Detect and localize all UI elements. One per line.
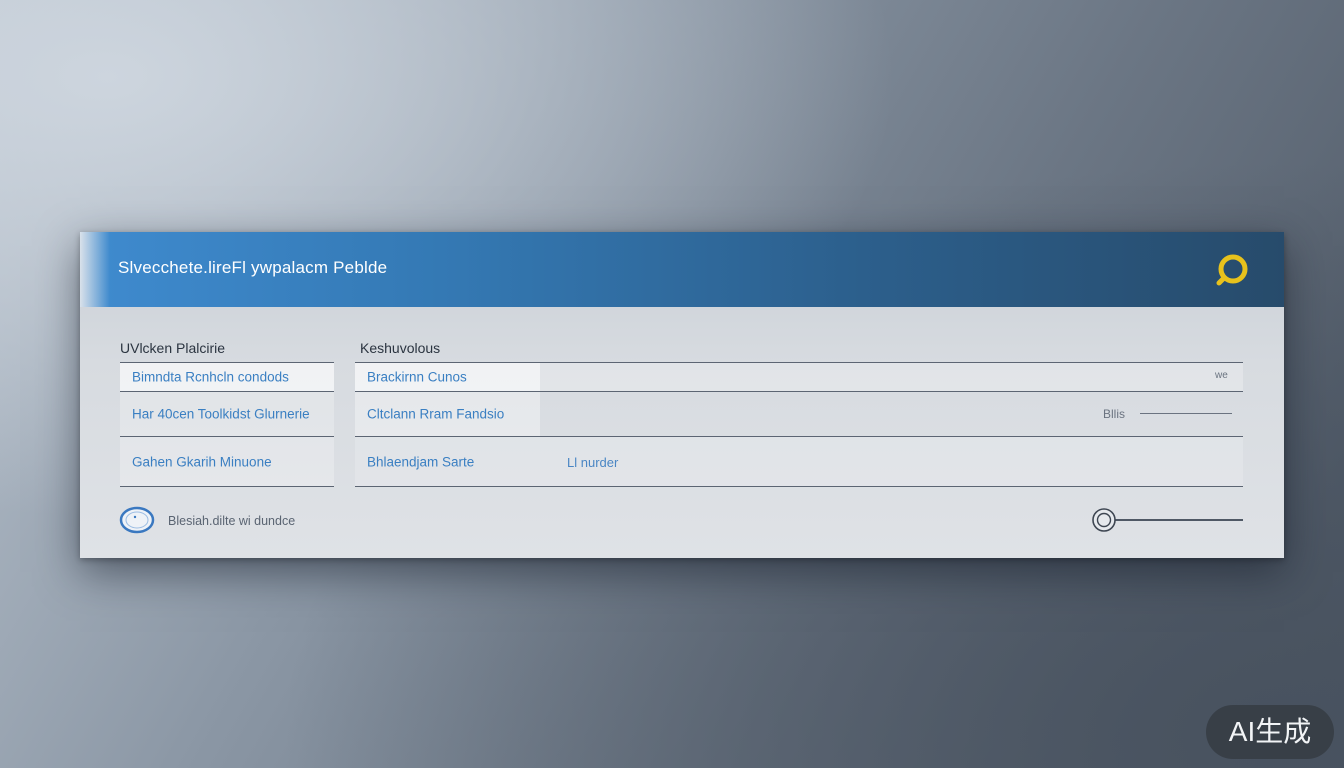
table-row-meta: Ll nurder (567, 455, 619, 470)
list-item-left-1[interactable]: Bimndta Rcnhcln condods (120, 362, 334, 392)
search-icon[interactable] (1212, 250, 1252, 290)
table-row-3[interactable]: Bhlaendjam Sarte Ll nurder (355, 437, 1243, 487)
row-background (355, 437, 1243, 486)
table-row-meta: Bllis (1103, 407, 1126, 421)
slider-handle[interactable] (1091, 507, 1117, 533)
right-column-label: Keshuvolous (360, 340, 441, 356)
list-item-left-2[interactable]: Har 40cen Toolkidst Glurnerie (120, 392, 334, 437)
table-row-2[interactable]: Cltclann Rram Fandsio Bllis (355, 392, 1243, 437)
table-row-1[interactable]: Brackirnn Cunos we (355, 362, 1243, 392)
table-row-label: Bhlaendjam Sarte (367, 454, 475, 469)
status-text: Blesiah.dilte wi dundce (168, 514, 296, 528)
dialog-panel: Slvecchete.lireFl ywpalacm Peblde UVlcke… (80, 232, 1284, 558)
list-item-left-3[interactable]: Gahen Gkarih Minuone (120, 437, 334, 487)
meta-divider (1140, 413, 1232, 414)
list-item-label: Har 40cen Toolkidst Glurnerie (132, 406, 310, 422)
window-title: Slvecchete.lireFl ywpalacm Peblde (118, 258, 388, 277)
row-background (540, 363, 1243, 391)
title-bar: Slvecchete.lireFl ywpalacm Peblde (80, 232, 1284, 307)
list-item-label: Bimndta Rcnhcln condods (132, 369, 289, 385)
table-row-label: Cltclann Rram Fandsio (367, 406, 505, 422)
ai-generated-badge: AI生成 (1206, 705, 1334, 759)
table-row-meta: we (1215, 370, 1228, 381)
list-item-label: Gahen Gkarih Minuone (132, 454, 272, 469)
left-column-label: UVlcken Plalcirie (120, 340, 226, 356)
table-row-label: Brackirnn Cunos (367, 369, 467, 385)
slider-track[interactable] (1104, 519, 1243, 521)
globe-icon (119, 506, 155, 534)
